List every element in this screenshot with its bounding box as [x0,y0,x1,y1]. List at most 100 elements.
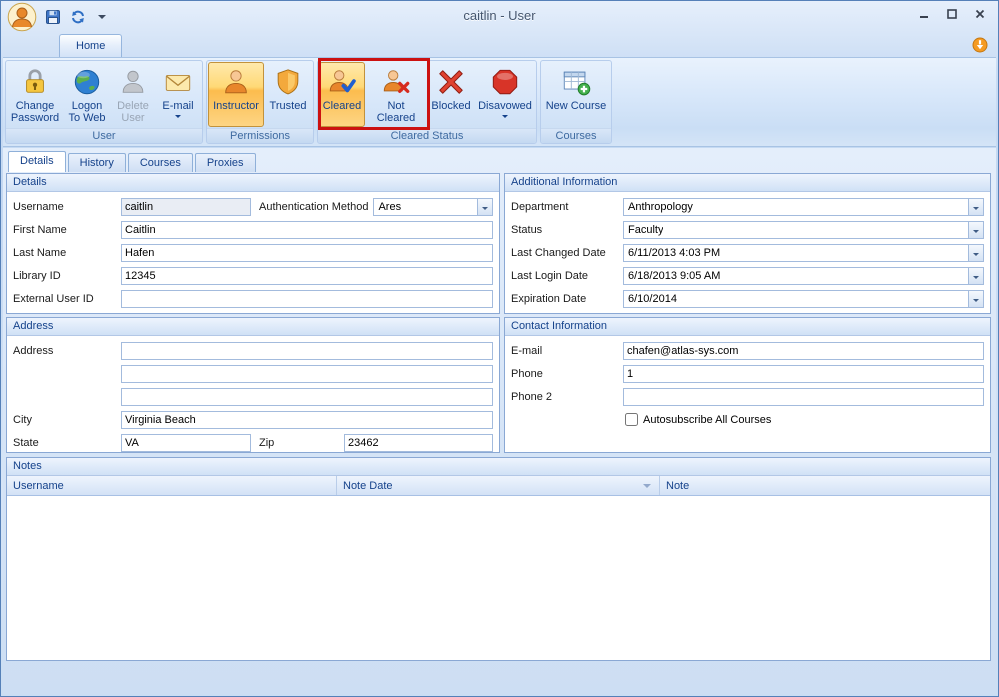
email-button[interactable]: E-mail [155,62,201,127]
notes-col-username[interactable]: Username [7,476,337,495]
delete-user-button[interactable]: Delete User [111,62,155,127]
details-page: Details Username Authentication Method A… [3,173,996,694]
address-line2-input[interactable] [121,365,493,383]
expiration-date-picker[interactable]: 6/10/2014 [623,290,984,308]
new-course-button[interactable]: New Course [542,62,610,127]
tab-history[interactable]: History [68,153,126,172]
status-label: Status [511,224,623,236]
notes-col-note[interactable]: Note [660,476,990,495]
dropdown-arrow-icon[interactable] [968,291,983,307]
library-id-label: Library ID [13,270,121,282]
last-changed-date-label: Last Changed Date [511,247,623,259]
contact-info-title: Contact Information [505,318,990,336]
red-x-icon [436,65,466,99]
maximize-button[interactable] [944,7,960,21]
close-button[interactable] [972,7,988,21]
globe-icon [72,65,102,99]
not-cleared-label: Not Cleared [367,100,425,124]
tab-details[interactable]: Details [8,151,66,172]
stop-sign-icon [490,65,520,99]
window-controls [916,7,988,21]
additional-info-title: Additional Information [505,174,990,192]
phone2-input[interactable] [623,388,984,406]
auth-method-value: Ares [378,201,401,213]
username-label: Username [13,201,121,213]
contact-email-input[interactable] [623,342,984,360]
email-label: E-mail [162,100,193,112]
phone-input[interactable] [623,365,984,383]
notes-col-username-label: Username [13,480,64,492]
external-user-id-label: External User ID [13,293,121,305]
last-login-date-picker[interactable]: 6/18/2013 9:05 AM [623,267,984,285]
ribbon-tab-row: Home [1,31,998,57]
tab-proxies[interactable]: Proxies [195,153,256,172]
shield-icon [273,65,303,99]
instructor-button[interactable]: Instructor [208,62,264,127]
state-input[interactable] [121,434,251,452]
ribbon: Change Password Logon To Web Delete User… [3,57,996,147]
tab-courses[interactable]: Courses [128,153,193,172]
email-dropdown-icon [175,115,181,121]
phone2-label: Phone 2 [511,391,623,403]
ribbon-group-permissions: Instructor Trusted Permissions [206,60,314,144]
username-input[interactable] [121,198,251,216]
notes-col-note-date-label: Note Date [343,480,393,492]
contact-email-label: E-mail [511,345,623,357]
external-user-id-input[interactable] [121,290,493,308]
last-changed-date-picker[interactable]: 6/11/2013 4:03 PM [623,244,984,262]
department-label: Department [511,201,623,213]
minimize-button[interactable] [916,7,932,21]
department-value: Anthropology [628,201,693,213]
address-line1-input[interactable] [121,342,493,360]
trusted-button[interactable]: Trusted [264,62,312,127]
lock-icon [20,65,50,99]
dropdown-arrow-icon[interactable] [968,268,983,284]
notes-grid-header: Username Note Date Note [7,476,990,496]
last-login-date-label: Last Login Date [511,270,623,282]
address-line3-input[interactable] [121,388,493,406]
ribbon-group-user: Change Password Logon To Web Delete User… [5,60,203,144]
phone-label: Phone [511,368,623,380]
title-bar: caitlin - User [1,1,998,31]
cleared-button[interactable]: Cleared [319,62,365,127]
disavowed-dropdown-icon [502,115,508,121]
blocked-button[interactable]: Blocked [427,62,475,127]
dropdown-arrow-icon[interactable] [968,199,983,215]
change-password-button[interactable]: Change Password [7,62,63,127]
dropdown-arrow-icon[interactable] [477,199,492,215]
document-tabs: Details History Courses Proxies [3,148,996,172]
auth-method-select[interactable]: Ares [373,198,493,216]
window-title: caitlin - User [1,8,998,23]
logon-to-web-label: Logon To Web [65,100,109,124]
not-cleared-button[interactable]: Not Cleared [365,62,427,127]
new-course-label: New Course [546,100,607,112]
city-input[interactable] [121,411,493,429]
department-select[interactable]: Anthropology [623,198,984,216]
additional-info-groupbox: Additional Information Department Anthro… [504,173,991,314]
logon-to-web-button[interactable]: Logon To Web [63,62,111,127]
email-icon [163,65,193,99]
first-name-label: First Name [13,224,121,236]
ribbon-group-courses-label: Courses [541,128,611,143]
notes-col-note-label: Note [666,480,689,492]
blocked-label: Blocked [431,100,470,112]
zip-input[interactable] [344,434,493,452]
disavowed-button[interactable]: Disavowed [475,62,535,127]
dropdown-arrow-icon[interactable] [968,245,983,261]
instructor-icon [221,65,251,99]
first-name-input[interactable] [121,221,493,239]
last-name-input[interactable] [121,244,493,262]
help-icon[interactable] [972,37,988,53]
page-body: Details History Courses Proxies Details … [3,148,996,694]
notes-col-note-date[interactable]: Note Date [337,476,660,495]
status-select[interactable]: Faculty [623,221,984,239]
library-id-input[interactable] [121,267,493,285]
dropdown-arrow-icon[interactable] [968,222,983,238]
notes-grid-body[interactable] [7,497,990,660]
last-login-date-value: 6/18/2013 9:05 AM [628,270,720,282]
state-label: State [13,437,121,449]
ribbon-tab-home[interactable]: Home [59,34,122,57]
autosubscribe-checkbox[interactable] [625,413,638,426]
delete-user-label: Delete User [113,100,153,124]
expiration-date-label: Expiration Date [511,293,623,305]
